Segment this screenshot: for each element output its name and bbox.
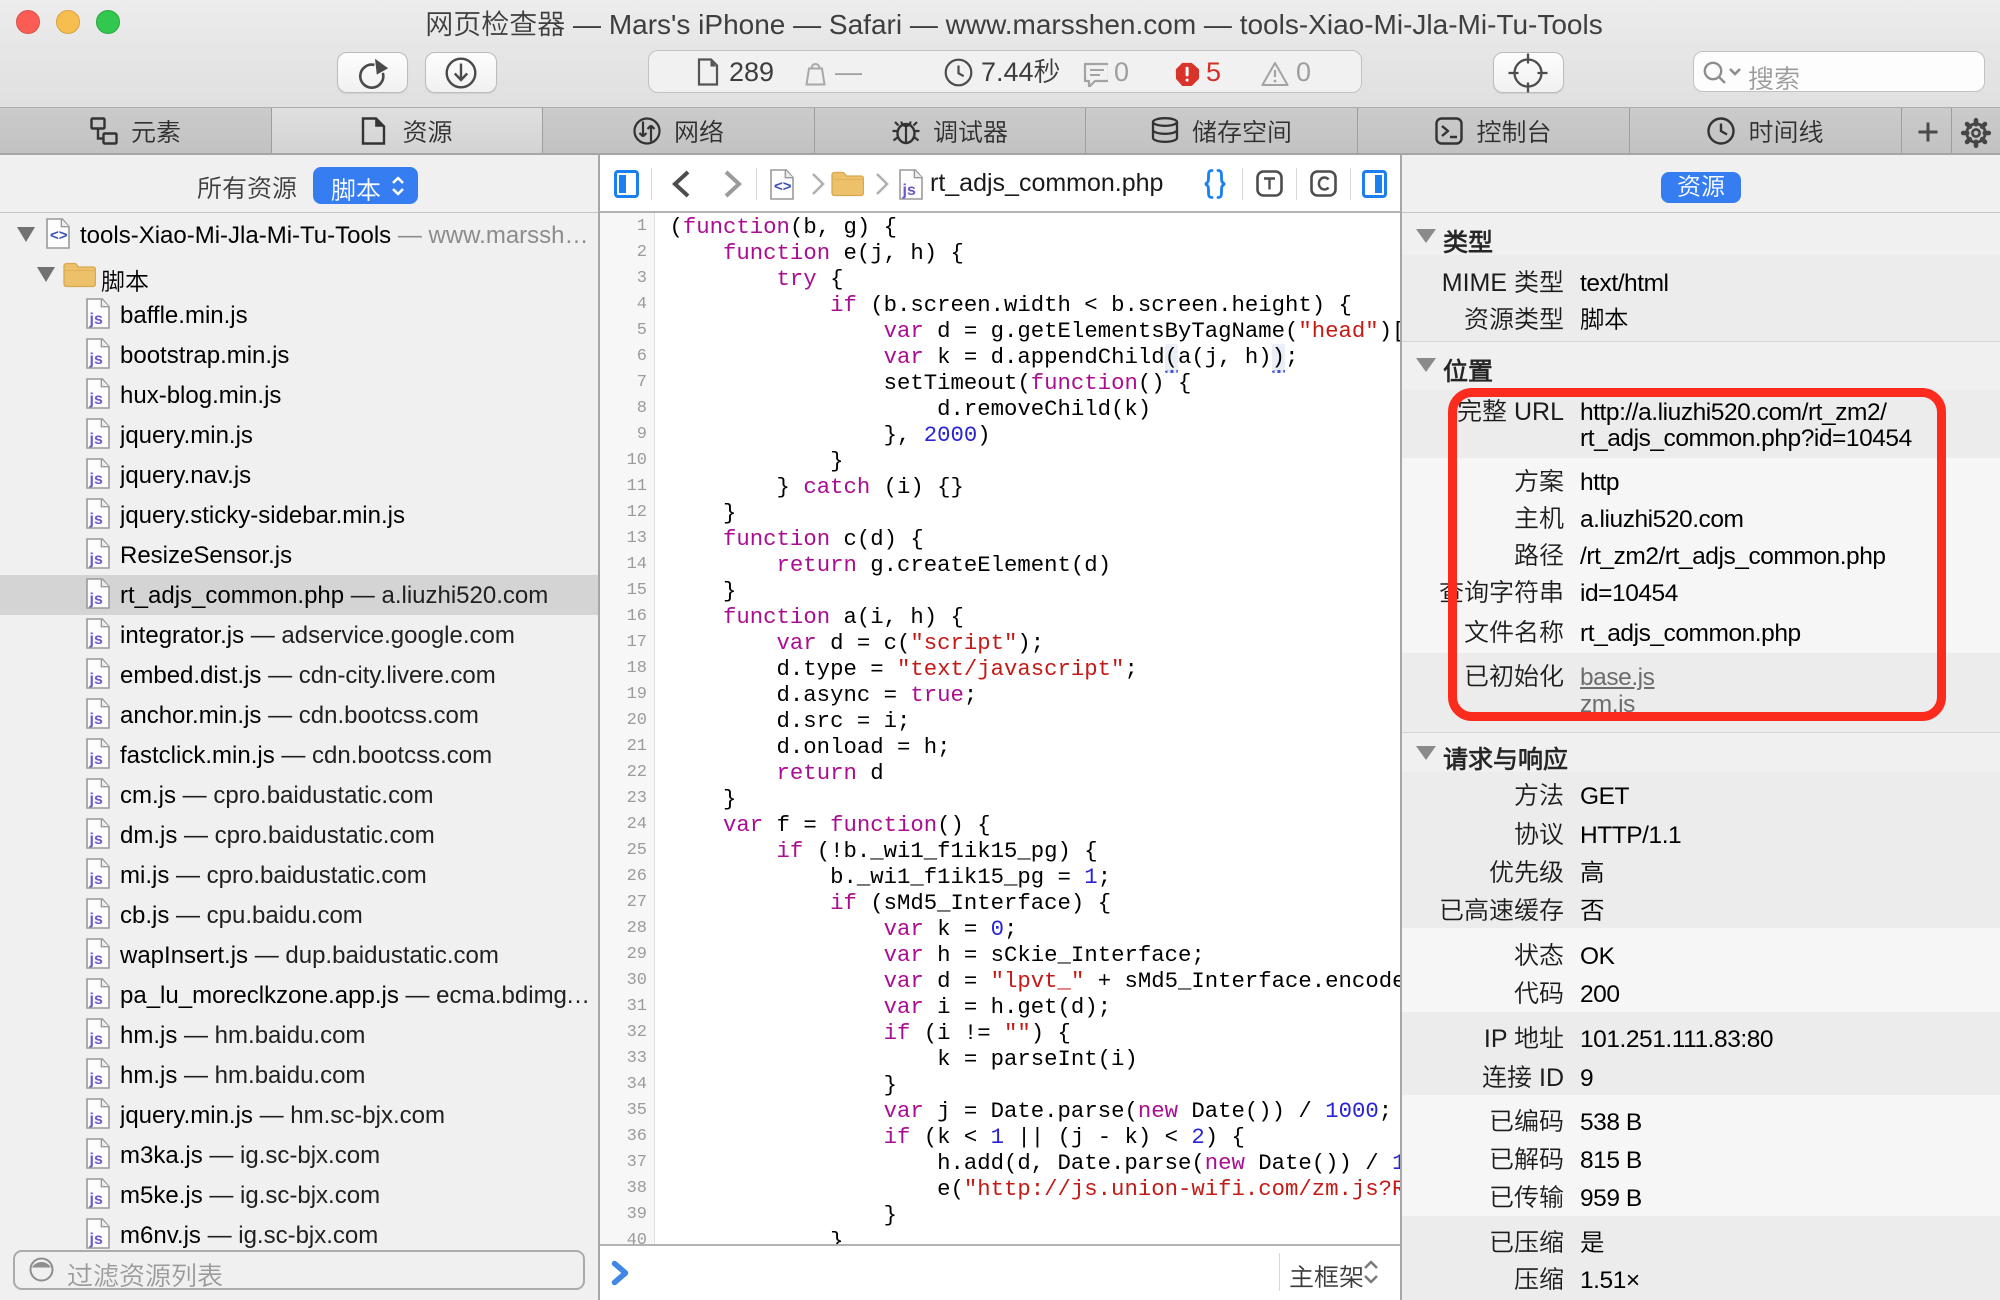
svg-text:js: js	[89, 391, 103, 408]
svg-text:js: js	[89, 1151, 103, 1168]
svg-text:js: js	[89, 831, 103, 848]
svg-text:js: js	[89, 1031, 103, 1048]
svg-text:js: js	[89, 351, 103, 368]
svg-text:<>: <>	[774, 178, 792, 195]
svg-text:js: js	[89, 791, 103, 808]
svg-text:js: js	[89, 711, 103, 728]
svg-text:js: js	[89, 431, 103, 448]
svg-text:js: js	[89, 951, 103, 968]
svg-text:js: js	[89, 1191, 103, 1208]
svg-text:js: js	[89, 1071, 103, 1088]
svg-text:js: js	[89, 1231, 103, 1248]
svg-text:js: js	[89, 471, 103, 488]
svg-text:js: js	[902, 182, 916, 199]
svg-text:js: js	[89, 551, 103, 568]
svg-text:js: js	[89, 671, 103, 688]
svg-text:js: js	[89, 871, 103, 888]
svg-text:<>: <>	[50, 227, 68, 244]
svg-text:js: js	[89, 911, 103, 928]
svg-text:js: js	[89, 751, 103, 768]
svg-text:js: js	[89, 311, 103, 328]
svg-text:js: js	[89, 1111, 103, 1128]
svg-text:js: js	[89, 511, 103, 528]
svg-text:js: js	[89, 591, 103, 608]
svg-text:js: js	[89, 991, 103, 1008]
svg-text:js: js	[89, 631, 103, 648]
